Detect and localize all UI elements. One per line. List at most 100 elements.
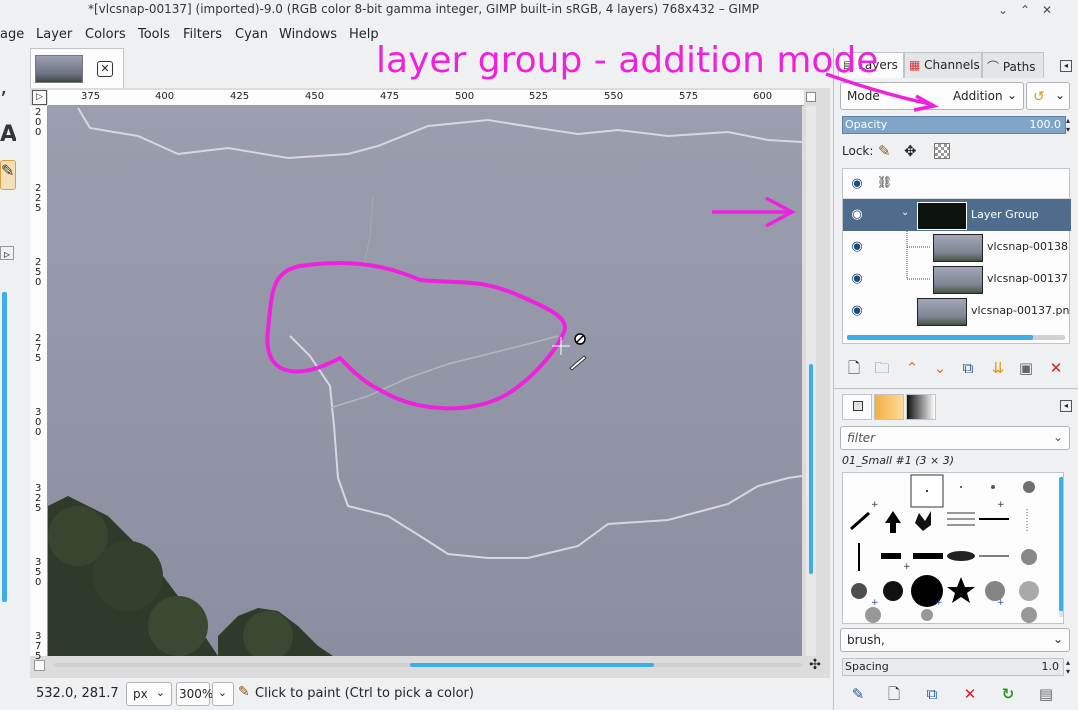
tab-patterns[interactable] (874, 394, 904, 420)
layer-mask-icon[interactable]: ▣ (1016, 358, 1036, 378)
layer-mode-select[interactable]: Mode Addition ⌄ (840, 82, 1024, 110)
ruler-tick: 2 5 0 (35, 257, 42, 288)
zoom-select[interactable]: 300% (176, 682, 213, 706)
status-message: Click to paint (Ctrl to pick a color) (255, 686, 474, 701)
menu-windows[interactable]: Windows (279, 27, 337, 42)
quickmask-icon[interactable] (34, 660, 45, 671)
brush-grid[interactable]: + + + + + + (842, 472, 1064, 624)
tab-paths-label: Paths (1002, 60, 1036, 74)
svg-text:+: + (935, 598, 943, 608)
image-tab[interactable]: ✕ (30, 48, 124, 88)
menu-help[interactable]: Help (349, 27, 379, 42)
open-as-image-icon[interactable]: ▤ (1036, 684, 1056, 704)
new-layer-icon[interactable]: 🗋 (844, 358, 864, 378)
lock-position-icon[interactable]: ✥ (904, 142, 917, 160)
opacity-spinner[interactable]: ▴ ▾ (1066, 116, 1074, 134)
composite-mode-select[interactable]: ↺ ⌄ (1026, 82, 1070, 110)
brush-icon: · (853, 401, 863, 411)
ruler-tick: 3 5 0 (35, 557, 42, 588)
ruler-tick: 2 2 5 (35, 183, 42, 214)
scroll-thumb[interactable] (847, 335, 1033, 340)
tab-channels-label: Channels (924, 58, 980, 72)
minimize-button[interactable]: ⌄ (996, 3, 1010, 17)
toolbox-scrollbar[interactable] (2, 292, 7, 602)
zoom-dropdown-button[interactable]: ⌄ (212, 682, 234, 706)
ruler-tick: 3 2 5 (35, 483, 42, 514)
menu-image[interactable]: age (0, 27, 24, 42)
close-image-icon[interactable]: ✕ (97, 61, 113, 77)
vertical-ruler[interactable]: 2 0 0 2 2 5 2 5 0 2 7 5 3 0 0 3 2 5 3 5 … (30, 106, 48, 662)
chevron-down-icon: ⌄ (1052, 430, 1063, 444)
menu-layer[interactable]: Layer (36, 27, 72, 42)
quickmask-toggle-icon[interactable]: ▷ (32, 90, 47, 105)
new-brush-icon[interactable]: 🗋 (884, 684, 904, 704)
layer-list-scrollbar[interactable] (847, 335, 1065, 340)
brush-thumbnails: + + + + + + (850, 474, 1039, 623)
brush-filter-input[interactable]: filter ⌄ (840, 426, 1070, 450)
tab-paths[interactable]: ⌒ Paths (982, 52, 1044, 78)
ruler-tick: 525 (529, 91, 549, 102)
paths-icon: ⌒ (987, 60, 1000, 74)
brush-tag-select[interactable]: brush, ⌄ (840, 628, 1070, 652)
svg-text:+: + (997, 500, 1005, 510)
maximize-button[interactable]: ⌃ (1018, 3, 1032, 17)
refresh-brushes-icon[interactable]: ↻ (998, 684, 1018, 704)
delete-layer-icon[interactable]: ✕ (1046, 358, 1066, 378)
spacing-spinner[interactable]: ▴ ▾ (1066, 658, 1074, 676)
dock-menu-icon[interactable]: ◂ (1060, 60, 1072, 72)
navigate-icon[interactable]: ✣ (808, 658, 822, 672)
pointer-coordinates: 532.0, 281.7 (36, 686, 119, 701)
scroll-thumb[interactable] (410, 663, 654, 667)
opacity-value: 100.0 (1029, 118, 1062, 131)
ruler-tick: 3 0 0 (35, 407, 42, 438)
lock-alpha-icon[interactable] (934, 143, 950, 159)
opacity-slider[interactable]: Opacity 100.0 (842, 116, 1066, 134)
canvas-vertical-scrollbar[interactable] (806, 106, 816, 656)
ruler-tick: 475 (380, 91, 400, 102)
scroll-thumb[interactable] (809, 364, 813, 574)
ruler-tick: 2 7 5 (35, 333, 42, 364)
chevron-down-icon: ⌄ (217, 686, 227, 699)
unit-select[interactable]: px ⌄ (126, 682, 172, 706)
brush-dock-menu-icon[interactable]: ◂ (1060, 400, 1072, 412)
brush-filter-placeholder: filter (847, 431, 876, 445)
merge-layer-icon[interactable]: ⇊ (988, 358, 1008, 378)
close-window-button[interactable]: ✕ (1040, 3, 1054, 17)
spacing-slider[interactable]: Spacing 1.0 (842, 658, 1064, 676)
menu-colors[interactable]: Colors (85, 27, 126, 42)
raise-layer-icon[interactable]: ⌃ (902, 358, 922, 378)
edit-brush-icon[interactable]: ✎ (848, 684, 868, 704)
statusbar: 532.0, 281.7 px ⌄ 300% ⌄ ✎ Click to pain… (30, 680, 830, 708)
ruler-tick: 425 (230, 91, 250, 102)
chevron-down-icon: ⌄ (1054, 88, 1065, 102)
ruler-tick: 2 0 0 (35, 107, 42, 138)
svg-text:+: + (903, 562, 911, 572)
tab-channels[interactable]: ▦ Channels (904, 52, 982, 78)
tab-gradients[interactable] (906, 394, 936, 420)
image-canvas[interactable] (48, 106, 802, 656)
menu-tools[interactable]: Tools (138, 27, 170, 42)
text-tool-a-icon[interactable]: A (0, 122, 16, 152)
duplicate-brush-icon[interactable]: ⧉ (922, 684, 942, 704)
lock-label: Lock: (842, 144, 874, 158)
paintbrush-tool-icon[interactable]: ✎ (0, 160, 16, 190)
brush-grid-scrollbar[interactable] (1059, 477, 1063, 617)
menu-filters[interactable]: Filters (183, 27, 222, 42)
new-group-icon[interactable]: 🗀 (872, 358, 892, 378)
lower-layer-icon[interactable]: ⌄ (930, 358, 950, 378)
duplicate-layer-icon[interactable]: ⧉ (958, 358, 978, 378)
delete-brush-icon[interactable]: ✕ (960, 684, 980, 704)
zoom-follow-icon[interactable] (806, 92, 816, 102)
image-tab-thumbnail (35, 55, 83, 83)
scroll-thumb[interactable] (1059, 477, 1063, 611)
canvas-horizontal-scrollbar[interactable] (54, 660, 802, 670)
brush-tag-value: brush, (847, 633, 885, 647)
menu-cyan[interactable]: Cyan (235, 27, 268, 42)
text-tool-icon[interactable]: ʼ (0, 88, 16, 118)
window-title: *[vlcsnap-00137] (imported)-9.0 (RGB col… (88, 2, 759, 16)
toolbox-configure-icon[interactable]: ▹ (0, 246, 14, 260)
horizontal-ruler[interactable]: 375 400 425 450 475 500 525 550 575 600 (48, 90, 804, 106)
lock-pixels-icon[interactable]: ✎ (878, 142, 891, 160)
ruler-tick: 500 (455, 91, 475, 102)
tab-brushes[interactable]: · (842, 394, 872, 420)
